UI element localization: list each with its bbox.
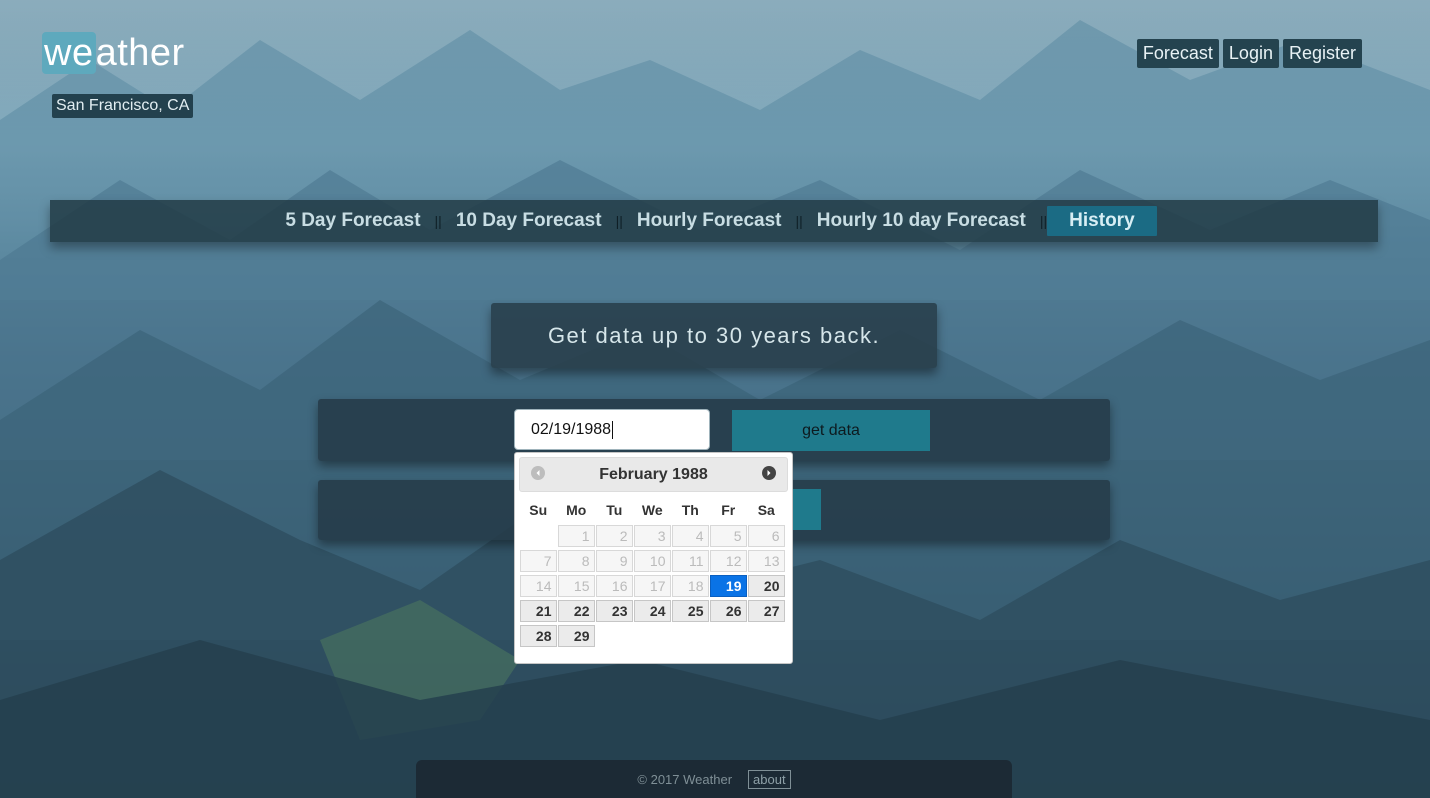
calendar-day: 14 — [520, 575, 557, 597]
weekday-header: Sa — [757, 502, 775, 518]
calendar-day[interactable]: 25 — [672, 600, 709, 622]
prev-month-icon[interactable] — [531, 466, 545, 480]
history-banner: Get data up to 30 years back. — [491, 303, 937, 368]
datepicker-header: February 1988 — [519, 457, 788, 492]
copyright-text: © 2017 Weather — [637, 771, 733, 787]
calendar-day[interactable]: 27 — [748, 600, 785, 622]
calendar-day: 17 — [634, 575, 671, 597]
weekday-header: Th — [681, 502, 699, 518]
weekday-header: We — [641, 502, 663, 518]
calendar-day: 13 — [748, 550, 785, 572]
calendar-day: 7 — [520, 550, 557, 572]
site-logo[interactable]: weather — [42, 30, 185, 76]
weekday-header: Tu — [606, 502, 623, 518]
calendar-day: 9 — [596, 550, 633, 572]
register-button[interactable]: Register — [1282, 39, 1362, 68]
weekday-header: Su — [529, 502, 548, 518]
calendar-day: 4 — [672, 525, 709, 547]
calendar-day: 11 — [672, 550, 709, 572]
calendar-day: 2 — [596, 525, 633, 547]
date-input[interactable]: 02/19/1988 — [514, 409, 710, 450]
calendar-day: 1 — [558, 525, 595, 547]
weekday-header: Fr — [721, 502, 736, 518]
tab-hourly-10-day-forecast[interactable]: Hourly 10 day Forecast — [803, 210, 1040, 232]
next-month-icon[interactable] — [762, 466, 776, 480]
calendar-day[interactable]: 20 — [748, 575, 785, 597]
calendar-day-selected[interactable]: 19 — [710, 575, 747, 597]
calendar-day: 3 — [634, 525, 671, 547]
calendar-day[interactable]: 21 — [520, 600, 557, 622]
calendar-day[interactable]: 28 — [520, 625, 557, 647]
banner-text: Get data up to 30 years back. — [547, 322, 881, 348]
tab-10-day-forecast[interactable]: 10 Day Forecast — [442, 210, 616, 232]
logo-wordmark: weather — [42, 30, 185, 76]
forecast-button[interactable]: Forecast — [1136, 39, 1219, 68]
page-footer: © 2017 Weather about — [416, 760, 1012, 798]
location-badge: San Francisco, CA — [52, 94, 194, 118]
calendar-empty-cell — [520, 525, 557, 545]
about-link[interactable]: about — [748, 769, 791, 789]
weekday-header: Mo — [566, 502, 587, 518]
calendar-day: 16 — [596, 575, 633, 597]
calendar-day: 5 — [710, 525, 747, 547]
tab-separator: || — [615, 213, 623, 229]
tab-separator: || — [795, 213, 803, 229]
calendar-day[interactable]: 29 — [558, 625, 595, 647]
logo-suffix: ather — [95, 32, 185, 74]
get-data-button[interactable]: get data — [732, 410, 930, 451]
datepicker-calendar-grid: Su Mo Tu We Th Fr Sa 1 2 3 4 5 6 7 8 9 10 11 12 13 14 15 16 17 1… — [520, 498, 788, 647]
calendar-day[interactable]: 24 — [634, 600, 671, 622]
date-input-value: 02/19/1988 — [531, 420, 612, 438]
calendar-day[interactable]: 23 — [596, 600, 633, 622]
calendar-day: 15 — [558, 575, 595, 597]
calendar-day: 6 — [748, 525, 785, 547]
calendar-day: 12 — [710, 550, 747, 572]
tab-5-day-forecast[interactable]: 5 Day Forecast — [271, 210, 434, 232]
tab-separator: || — [434, 213, 442, 229]
datepicker-title: February 1988 — [599, 465, 708, 483]
calendar-day[interactable]: 22 — [558, 600, 595, 622]
calendar-day[interactable]: 26 — [710, 600, 747, 622]
calendar-day: 8 — [558, 550, 595, 572]
datepicker-popup: February 1988 Su Mo Tu We Th Fr Sa 1 2 3 4 5 6 7 8 9 10 1… — [514, 452, 793, 664]
tab-hourly-forecast[interactable]: Hourly Forecast — [623, 210, 796, 232]
logo-highlight: we — [42, 32, 96, 74]
calendar-day: 18 — [672, 575, 709, 597]
forecast-tabs: 5 Day Forecast || 10 Day Forecast || Hou… — [50, 200, 1378, 242]
text-cursor — [612, 420, 614, 439]
tab-history[interactable]: History — [1047, 206, 1157, 236]
tab-separator: || — [1039, 213, 1048, 229]
top-navigation: Forecast Login Register — [1136, 39, 1362, 68]
calendar-day: 10 — [634, 550, 671, 572]
login-button[interactable]: Login — [1222, 39, 1279, 68]
